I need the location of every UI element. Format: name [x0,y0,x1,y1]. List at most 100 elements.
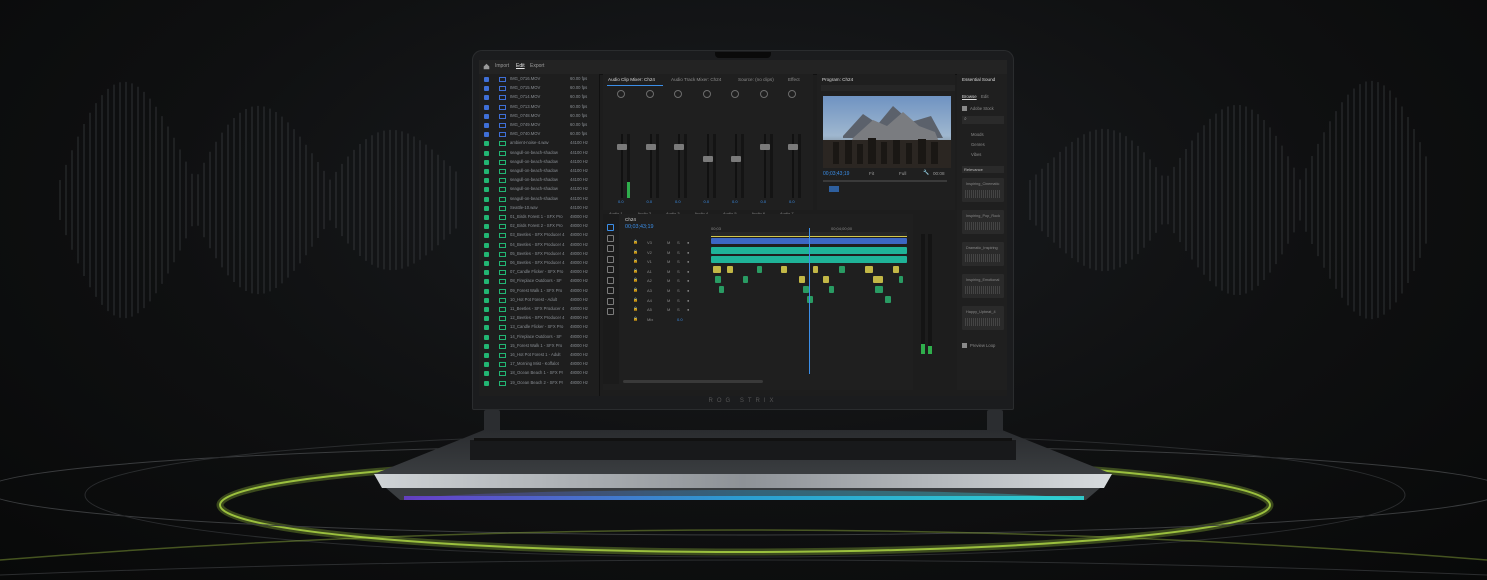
project-item[interactable]: IMG_0749.MOV 60.00 fps [479,121,599,130]
timeline-clip[interactable] [807,296,813,303]
mute-toggle[interactable]: M [667,307,670,312]
project-item[interactable]: 01_Birds Forest 1 - SFX Pro 48000 Hz [479,213,599,222]
timeline-clip[interactable] [781,266,787,273]
project-item[interactable]: 18_Ocean Beach 1 - SFX Pr 48000 Hz [479,369,599,378]
solo-toggle[interactable]: S [677,298,680,303]
timeline-clip[interactable] [713,266,721,273]
home-icon[interactable] [483,63,490,70]
timeline-clip[interactable] [823,276,829,283]
project-item[interactable]: 12_Beetles - SFX Producer 4 48000 Hz [479,314,599,323]
project-item[interactable]: seagull-on-beach-shadow 44100 Hz [479,176,599,185]
track-header[interactable]: 🔒 A1 M S ● [621,267,713,276]
project-item[interactable]: 14_Fireplace Outdoors - SF 48000 Hz [479,333,599,342]
project-item[interactable]: 02_Birds Forest 2 - SFX Pro 48000 Hz [479,222,599,231]
label-color-swatch[interactable] [484,334,489,340]
sound-category[interactable]: Moods [971,132,984,137]
lock-icon[interactable]: 🔒 [633,239,638,244]
label-color-swatch[interactable] [484,86,489,92]
playhead[interactable] [809,228,810,374]
label-color-swatch[interactable] [484,362,489,368]
timeline-clip[interactable] [873,276,883,283]
label-color-swatch[interactable] [484,141,489,147]
label-color-swatch[interactable] [484,371,489,377]
track-header[interactable]: 🔒 V2 M S ● [621,248,713,257]
label-color-swatch[interactable] [484,132,489,138]
project-item[interactable]: IMG_0714.MOV 60.00 fps [479,93,599,102]
track-header[interactable]: 🔒 V3 M S ● [621,238,713,247]
pan-knob[interactable] [617,90,625,98]
program-fit-select[interactable]: Fit [869,171,874,176]
sound-result-card[interactable]: Inspiring_Pop_Rock [962,210,1004,234]
project-item[interactable]: seagull-on-beach-shadow 44100 Hz [479,158,599,167]
project-item[interactable]: IMG_0713.MOV 60.00 fps [479,103,599,112]
project-item[interactable]: seagull-on-beach-shadow 44100 Hz [479,149,599,158]
label-color-swatch[interactable] [484,279,489,285]
project-item[interactable]: 15_Forest Walk 1 - SFX Pro 48000 Hz [479,342,599,351]
label-color-swatch[interactable] [484,297,489,303]
project-item[interactable]: IMG_0740.MOV 60.00 fps [479,130,599,139]
timeline-clip[interactable] [715,276,721,283]
track-header[interactable]: 🔒 V1 M S ● [621,257,713,266]
tab-source[interactable]: Source: (no clips) [738,77,774,82]
adobe-stock-checkbox[interactable] [962,106,967,111]
sound-category[interactable]: Vibes [971,152,981,157]
label-color-swatch[interactable] [484,196,489,202]
pan-knob[interactable] [759,90,768,98]
label-color-swatch[interactable] [484,316,489,322]
pan-knob[interactable] [674,90,682,98]
label-color-swatch[interactable] [484,380,489,386]
timeline-clip[interactable] [885,296,891,303]
fader-handle[interactable] [702,156,713,163]
label-color-swatch[interactable] [484,307,489,312]
label-color-swatch[interactable] [484,178,489,184]
track-header[interactable]: 🔒 A3 M S ● [621,286,713,295]
lock-icon[interactable]: 🔒 [633,249,638,254]
mute-toggle[interactable]: M [667,298,670,303]
project-item[interactable]: 07_Candle Flicker - SFX Pro 48000 Hz [479,268,599,277]
fader-handle[interactable] [645,143,656,150]
timeline-clip[interactable] [719,286,724,293]
tab-sequence[interactable]: Ch24 [625,217,636,222]
fader-handle[interactable] [731,156,741,163]
project-item[interactable]: Seattle-10.wav 44100 Hz [479,204,599,213]
project-item[interactable]: 06_Beetles - SFX Producer 4 48000 Hz [479,259,599,268]
fader-handle[interactable] [617,143,627,150]
label-color-swatch[interactable] [484,353,489,358]
pan-knob[interactable] [645,90,654,98]
record-icon[interactable]: ● [687,250,689,255]
label-color-swatch[interactable] [484,95,489,101]
label-color-swatch[interactable] [484,251,489,257]
timeline-clip[interactable] [829,286,834,293]
project-item[interactable]: 08_Fireplace Outdoors - SF 48000 Hz [479,277,599,286]
label-color-swatch[interactable] [484,224,489,230]
fader-handle[interactable] [674,143,684,150]
pen-tool-icon[interactable] [607,276,614,284]
fader-handle[interactable] [759,143,770,150]
project-item[interactable]: 09_Forest Walk 1 - SFX Pro 48000 Hz [479,287,599,296]
lock-icon[interactable]: 🔒 [633,277,638,282]
project-item[interactable]: 04_Beetles - SFX Producer 4 48000 Hz [479,241,599,250]
timeline-clip[interactable] [865,266,873,273]
record-icon[interactable]: ● [687,269,689,274]
label-color-swatch[interactable] [484,104,489,110]
timeline-clip[interactable] [893,266,899,273]
mute-toggle[interactable]: M [667,259,670,264]
project-item[interactable]: IMG_0748.MOV 60.00 fps [479,112,599,121]
project-item[interactable]: ambient-noise-4.wav 44100 Hz [479,139,599,148]
label-color-swatch[interactable] [484,325,489,331]
timeline-clip[interactable] [727,266,733,273]
timeline-clip[interactable] [839,266,845,273]
hand-tool-icon[interactable] [607,297,614,305]
timeline-clip[interactable] [875,286,883,293]
pan-knob[interactable] [702,90,711,98]
program-quality-select[interactable]: Full [899,171,906,176]
solo-toggle[interactable]: S [677,240,680,245]
lock-icon[interactable]: 🔒 [633,268,638,273]
project-item[interactable]: seagull-on-beach-shadow 44100 Hz [479,185,599,194]
timeline-clip[interactable] [899,276,903,283]
program-play-button[interactable] [829,186,839,192]
sound-category[interactable]: Genres [971,142,985,147]
sound-result-card[interactable]: Dramatic_Inspiring [962,242,1004,266]
label-color-swatch[interactable] [484,123,489,128]
wrench-icon[interactable]: 🔧 [923,170,929,176]
